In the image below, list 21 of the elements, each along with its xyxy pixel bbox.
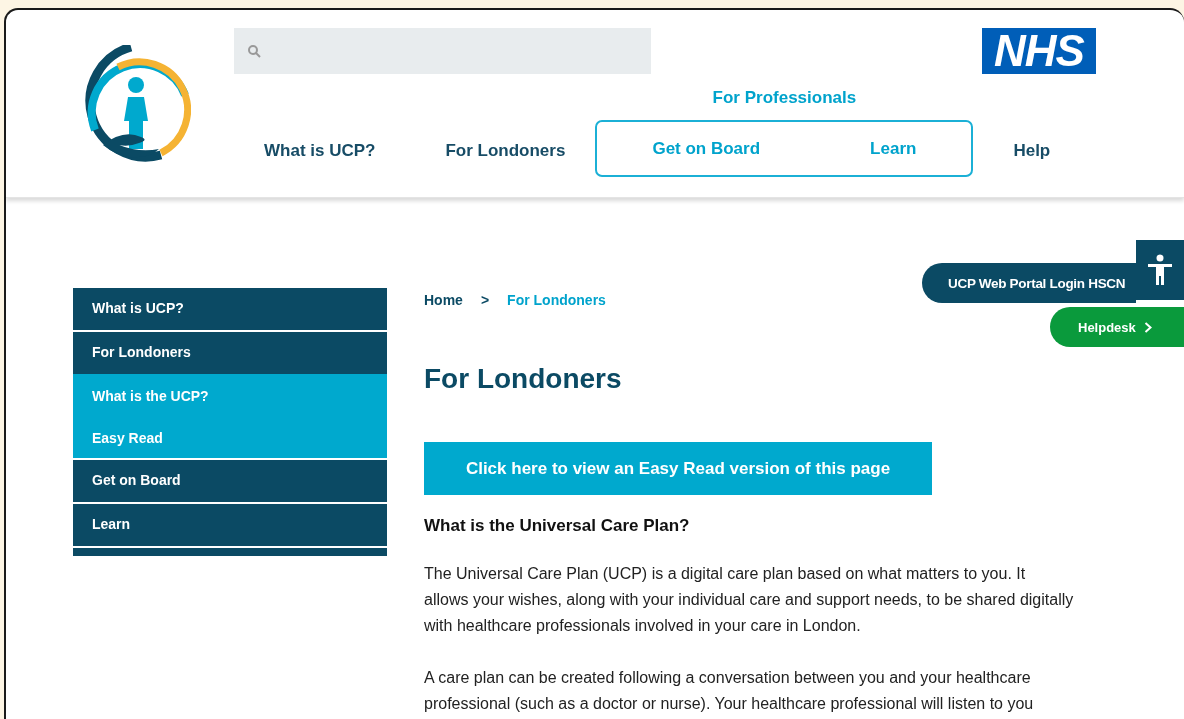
accessibility-icon	[1147, 254, 1173, 286]
accessibility-button[interactable]	[1136, 240, 1184, 300]
nhs-logo[interactable]: NHS	[982, 28, 1096, 74]
paragraph: The Universal Care Plan (UCP) is a digital care plan based on what matters to you. It allows your wishes, along with your individual care and support needs, to be shared digitally with healthcare professionals involved in your care in London.	[424, 564, 1074, 636]
breadcrumb-link[interactable]: Home	[424, 292, 463, 308]
sidebar-item[interactable]: Learn	[73, 504, 387, 548]
page-title: For Londoners	[424, 363, 623, 395]
nav-link[interactable]: For Londoners	[445, 141, 566, 161]
sidebar-item[interactable]: Get on Board	[73, 460, 387, 504]
sidebar-item[interactable]: For Londoners	[73, 332, 387, 374]
sidebar-item[interactable]: What is UCP?	[73, 288, 387, 332]
chevron-right-icon	[1143, 321, 1152, 333]
nav-link[interactable]: What is UCP?	[264, 141, 376, 161]
portal-login-button[interactable]: UCP Web Portal Login HSCN	[922, 263, 1136, 303]
paragraph: A care plan can be created following a conversation between you and your healthcare professional (such as a doctor or nurse). Your healthcare professional will listen to you	[424, 668, 1035, 714]
nav-link[interactable]: Help	[1013, 141, 1051, 161]
search-icon	[248, 44, 261, 58]
section-heading: What is the Universal Care Plan?	[424, 516, 691, 536]
helpdesk-button[interactable]: Helpdesk	[1050, 307, 1184, 347]
breadcrumb-separator: >	[480, 292, 490, 308]
search-field[interactable]	[234, 28, 651, 74]
